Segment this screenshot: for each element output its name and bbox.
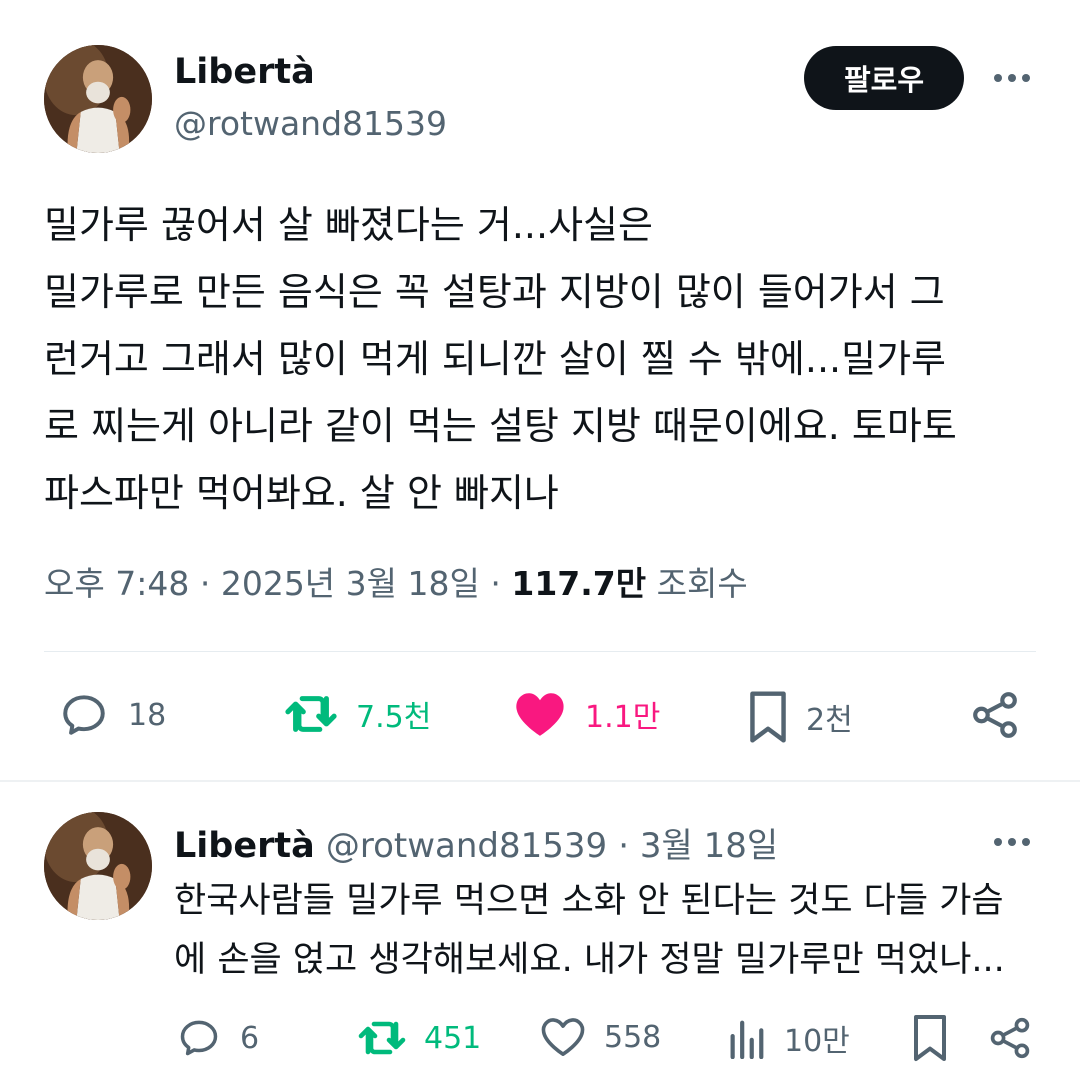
heart-outline-icon xyxy=(541,1018,585,1056)
avatar-image xyxy=(44,45,152,153)
meta-separator: · xyxy=(490,564,501,603)
reply-reply-count: 6 xyxy=(240,1020,260,1056)
reply-text-line: 에 손을 얹고 생각해보세요. 내가 정말 밀가루만 먹었나... xyxy=(174,940,1005,980)
retweet-button[interactable]: 7.5천 xyxy=(284,692,431,736)
tweet-text-line: 밀가루로 만든 음식은 꼭 설탕과 지방이 많이 들어가서 그 xyxy=(44,270,945,314)
views-icon xyxy=(730,1020,764,1059)
reply-count: 18 xyxy=(128,697,167,733)
reply-views-count: 10만 xyxy=(784,1024,850,1059)
reply-text: 한국사람들 밀가루 먹으면 소화 안 된다는 것도 다들 가슴 에 손을 얹고 … xyxy=(174,872,1054,990)
meta-separator: · xyxy=(199,564,211,603)
reply-share-button[interactable] xyxy=(988,1016,1032,1060)
reply-author-handle[interactable]: @rotwand81539 xyxy=(326,826,607,866)
like-button[interactable]: 1.1만 xyxy=(513,690,660,738)
share-icon xyxy=(973,692,1017,738)
section-divider xyxy=(0,780,1080,782)
reply-button[interactable]: 18 xyxy=(58,690,166,740)
share-button[interactable] xyxy=(970,690,1020,740)
follow-button[interactable]: 팔로우 xyxy=(804,46,964,110)
share-icon xyxy=(990,1017,1030,1059)
reply-like-count: 558 xyxy=(604,1019,662,1055)
views-label: 조회수 xyxy=(656,564,748,603)
reply-header: Libertà @rotwand81539 · 3월 18일 xyxy=(174,818,778,867)
reply-reply-button[interactable]: 6 xyxy=(176,1016,259,1060)
tweet-text-line: 파스파만 먹어봐요. 살 안 빠지나 xyxy=(44,471,559,515)
tweet-time[interactable]: 오후 7:48 xyxy=(44,564,189,603)
reply-like-button[interactable]: 558 xyxy=(540,1016,661,1058)
author-avatar[interactable] xyxy=(44,45,152,153)
bookmark-icon xyxy=(914,1015,946,1061)
tweet-text-line: 로 찌는게 아니라 같이 먹는 설탕 지방 때문이에요. 토마토 xyxy=(44,404,957,448)
tweet-text-line: 런거고 그래서 많이 먹게 되니깐 살이 찔 수 밖에...밀가루 xyxy=(44,337,946,381)
reply-more-options-icon[interactable] xyxy=(990,820,1034,864)
bookmark-icon xyxy=(750,691,786,743)
retweet-count: 7.5천 xyxy=(356,700,432,735)
like-count: 1.1만 xyxy=(585,700,661,735)
tweet-text: 밀가루 끊어서 살 빠졌다는 거...사실은 밀가루로 만든 음식은 꼭 설탕과… xyxy=(44,192,1044,527)
avatar-image xyxy=(44,812,152,920)
reply-icon xyxy=(180,1020,218,1056)
reply-retweet-count: 451 xyxy=(424,1020,482,1056)
divider xyxy=(44,651,1036,652)
reply-author-avatar[interactable] xyxy=(44,812,152,920)
reply-bookmark-button[interactable] xyxy=(912,1014,948,1062)
author-display-name[interactable]: Libertà xyxy=(174,52,315,92)
tweet-metadata: 오후 7:48 · 2025년 3월 18일 · 117.7만 조회수 xyxy=(44,557,748,605)
views-count: 117.7만 xyxy=(511,564,647,603)
retweet-icon xyxy=(358,1021,406,1055)
tweet-text-line: 밀가루 끊어서 살 빠졌다는 거...사실은 xyxy=(44,203,653,247)
more-options-icon[interactable] xyxy=(990,56,1034,100)
reply-icon xyxy=(63,695,105,735)
reply-text-line: 한국사람들 밀가루 먹으면 소화 안 된다는 것도 다들 가슴 xyxy=(174,881,1004,921)
reply-date[interactable]: · 3월 18일 xyxy=(618,826,778,866)
reply-author-name[interactable]: Libertà xyxy=(174,826,315,866)
author-handle[interactable]: @rotwand81539 xyxy=(174,104,447,143)
bookmark-button[interactable]: 2천 xyxy=(748,690,853,744)
heart-icon xyxy=(516,693,564,736)
reply-views-button[interactable]: 10만 xyxy=(726,1016,850,1060)
bookmark-count: 2천 xyxy=(806,703,853,738)
tweet-date[interactable]: 2025년 3월 18일 xyxy=(221,564,480,603)
reply-retweet-button[interactable]: 451 xyxy=(358,1018,481,1058)
retweet-icon xyxy=(285,696,337,732)
